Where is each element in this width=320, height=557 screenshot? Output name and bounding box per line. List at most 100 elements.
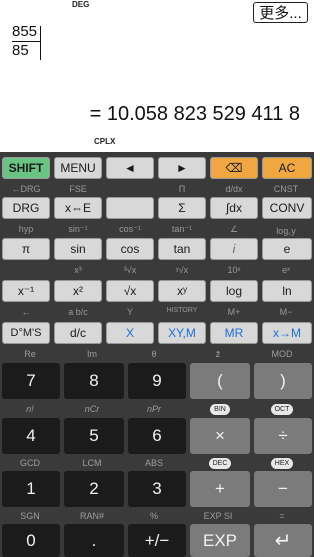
- more-button[interactable]: 更多...: [253, 2, 308, 23]
- x-variable-button[interactable]: X: [106, 322, 154, 344]
- label-angle: ∠: [229, 224, 239, 234]
- dms-button[interactable]: D°M'S: [2, 322, 50, 344]
- label-cube-root: ³√x: [123, 265, 137, 275]
- enter-icon[interactable]: ↵: [254, 524, 312, 557]
- label-hex: HEX: [256, 457, 308, 469]
- label-ncr: nCr: [84, 404, 100, 414]
- square-button[interactable]: x²: [54, 280, 102, 302]
- store-memory-button[interactable]: x→M: [262, 322, 312, 344]
- sqrt-button[interactable]: √x: [106, 280, 154, 302]
- convert-button[interactable]: CONV: [262, 197, 312, 219]
- label-constants: CNST: [273, 184, 299, 194]
- label-fse: FSE: [69, 184, 87, 194]
- label-exp: eˣ: [282, 265, 290, 275]
- label-arccos: cos⁻¹: [119, 224, 141, 234]
- text-cursor: [40, 26, 41, 60]
- label-abs: ABS: [144, 458, 163, 468]
- pi-button[interactable]: π: [2, 238, 50, 260]
- digit-6-button[interactable]: 6: [128, 418, 186, 454]
- close-paren-button[interactable]: ): [254, 363, 312, 399]
- label-y: Y: [126, 307, 133, 317]
- label-equals: =: [279, 511, 285, 521]
- open-paren-button[interactable]: (: [190, 363, 250, 399]
- reciprocal-button[interactable]: x⁻¹: [2, 280, 50, 302]
- x-to-e-button[interactable]: x⇔E: [54, 197, 102, 219]
- dec-pill: DEC: [208, 458, 232, 469]
- keypad: SHIFT MENU ◄ ► ⌫ AC ←DRG FSE Π d/dx CNST…: [0, 152, 314, 557]
- label-sgn: SGN: [20, 511, 40, 521]
- digit-4-button[interactable]: 4: [2, 418, 60, 454]
- multiply-button[interactable]: ×: [190, 418, 250, 454]
- display-area: DEG 更多... 855 85 = 10.058 823 529 411 8 …: [0, 0, 314, 152]
- label-nth-root: ʸ√x: [175, 265, 189, 275]
- label-oct: OCT: [256, 403, 308, 415]
- label-dec: DEC: [194, 457, 246, 469]
- all-clear-button[interactable]: AC: [262, 157, 312, 179]
- cursor-left-button[interactable]: ◄: [106, 157, 154, 179]
- plus-button[interactable]: +: [190, 471, 250, 507]
- label-im: Im: [87, 349, 97, 359]
- imaginary-button[interactable]: i: [210, 238, 258, 260]
- label-back: ←: [21, 307, 31, 317]
- label-history: HISTORY: [166, 307, 198, 314]
- denominator: 85: [12, 42, 29, 59]
- label-shift-drg: ←DRG: [11, 184, 41, 194]
- label-arcsin: sin⁻¹: [68, 224, 88, 234]
- label-logxy: log꜀y: [276, 226, 296, 236]
- sum-button[interactable]: Σ: [158, 197, 206, 219]
- cursor-right-button[interactable]: ►: [158, 157, 206, 179]
- label-gcd: GCD: [20, 458, 40, 468]
- sin-button[interactable]: sin: [54, 238, 102, 260]
- label-bin: BIN: [194, 403, 246, 415]
- digit-1-button[interactable]: 1: [2, 471, 60, 507]
- label-random: RAN#: [79, 511, 104, 521]
- label-arctan: tan⁻¹: [171, 224, 193, 234]
- shift-button[interactable]: SHIFT: [2, 157, 50, 179]
- menu-button[interactable]: MENU: [54, 157, 102, 179]
- label-hyp: hyp: [18, 224, 34, 234]
- hex-pill: HEX: [270, 458, 294, 469]
- decimal-point-button[interactable]: .: [64, 524, 124, 557]
- log-button[interactable]: log: [210, 280, 258, 302]
- label-conjugate: z̄: [215, 349, 221, 359]
- power-button[interactable]: xʸ: [158, 280, 206, 302]
- digit-9-button[interactable]: 9: [128, 363, 186, 399]
- sign-toggle-button[interactable]: +/−: [128, 524, 186, 557]
- integral-button[interactable]: ∫dx: [210, 197, 258, 219]
- digit-8-button[interactable]: 8: [64, 363, 124, 399]
- label-lcm: LCM: [82, 458, 102, 468]
- fraction-expression[interactable]: 855 85: [12, 24, 42, 59]
- exp-button[interactable]: EXP: [190, 524, 250, 557]
- fraction-button[interactable]: d/c: [54, 322, 102, 344]
- complex-mode-indicator: CPLX: [94, 137, 116, 146]
- label-theta: θ: [151, 349, 157, 359]
- label-mixed-fraction: a b/c: [68, 307, 88, 317]
- digit-5-button[interactable]: 5: [64, 418, 124, 454]
- oct-pill: OCT: [270, 404, 294, 415]
- memory-recall-button[interactable]: MR: [210, 322, 258, 344]
- minus-button[interactable]: −: [254, 471, 312, 507]
- xy-memory-button[interactable]: XY,M: [158, 322, 206, 344]
- label-m-minus: M−: [279, 307, 293, 317]
- digit-7-button[interactable]: 7: [2, 363, 60, 399]
- numerator: 855: [12, 23, 38, 40]
- label-ten-power: 10ˣ: [227, 265, 241, 275]
- label-factorial: n!: [26, 404, 34, 414]
- blank-button[interactable]: [106, 197, 154, 219]
- label-percent: %: [149, 511, 158, 521]
- e-button[interactable]: e: [262, 238, 312, 260]
- cos-button[interactable]: cos: [106, 238, 154, 260]
- result-value: = 10.058 823 529 411 8: [89, 103, 300, 125]
- ln-button[interactable]: ln: [262, 280, 312, 302]
- divide-button[interactable]: ÷: [254, 418, 312, 454]
- drg-button[interactable]: DRG: [2, 197, 50, 219]
- digit-3-button[interactable]: 3: [128, 471, 186, 507]
- label-re: Re: [24, 349, 36, 359]
- bin-pill: BIN: [210, 404, 230, 415]
- backspace-button[interactable]: ⌫: [210, 157, 258, 179]
- digit-2-button[interactable]: 2: [64, 471, 124, 507]
- tan-button[interactable]: tan: [158, 238, 206, 260]
- label-derivative: d/dx: [225, 184, 243, 194]
- label-exp-si: EXP SI: [203, 511, 233, 521]
- digit-0-button[interactable]: 0: [2, 524, 60, 557]
